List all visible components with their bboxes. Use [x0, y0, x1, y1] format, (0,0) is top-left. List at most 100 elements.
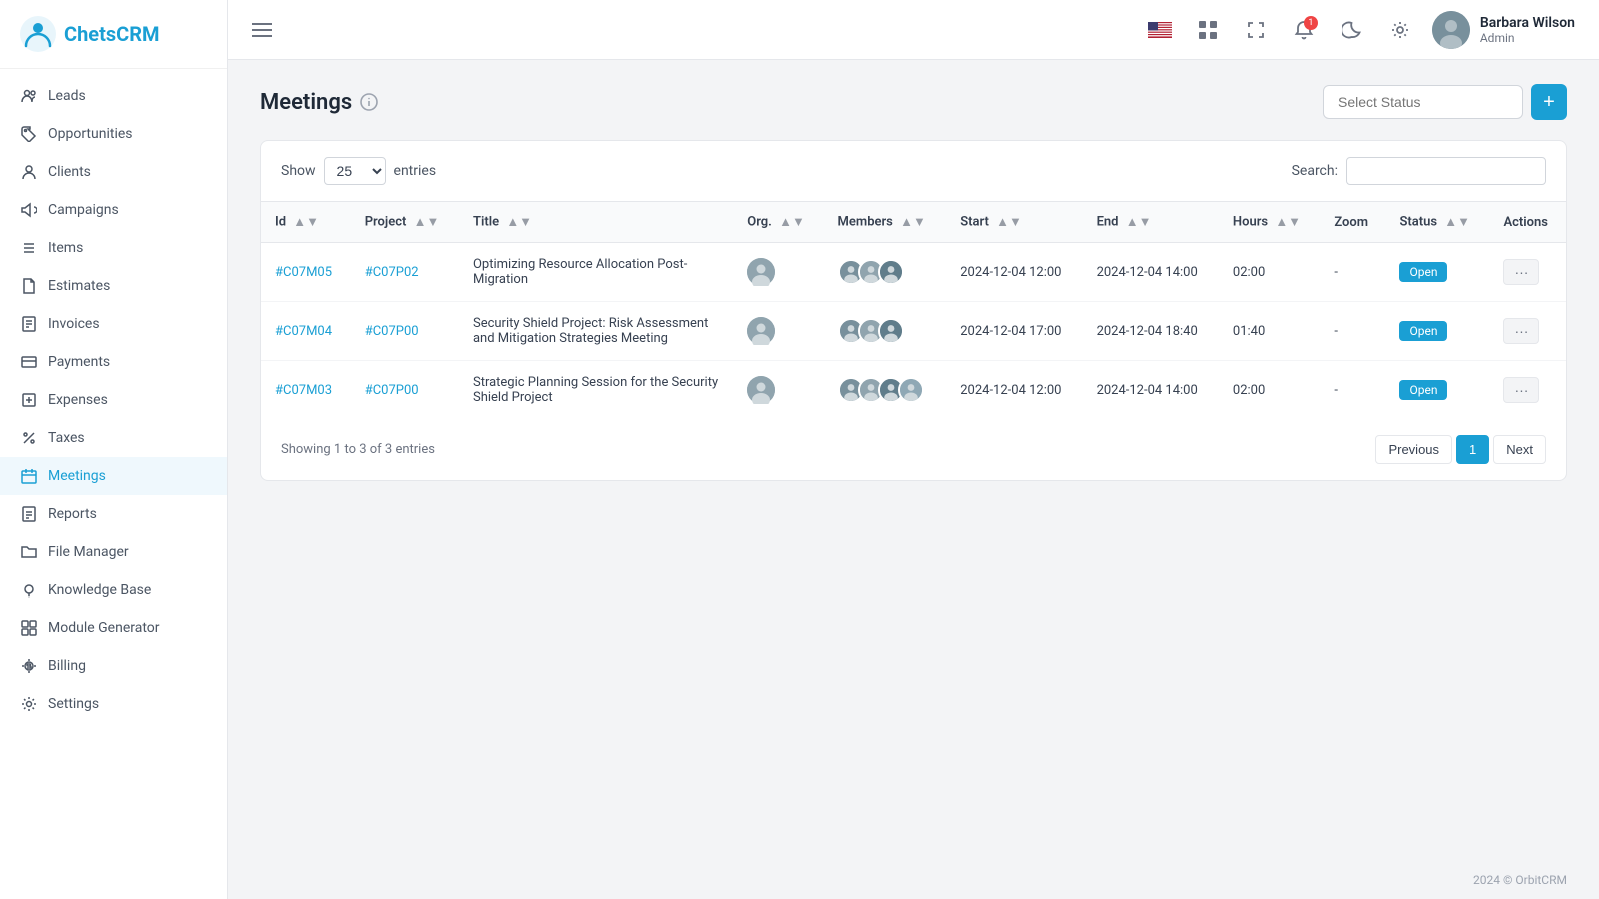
member-avatar [878, 318, 904, 344]
language-selector[interactable] [1144, 14, 1176, 46]
cell-zoom: - [1320, 243, 1385, 302]
org-avatar [747, 376, 775, 404]
members-avatars [838, 377, 933, 403]
sidebar-item-expenses[interactable]: Expenses [0, 381, 227, 419]
table-row: #C07M03 #C07P00 Strategic Planning Sessi… [261, 361, 1566, 420]
col-members[interactable]: Members ▲▼ [824, 202, 947, 243]
meetings-table-card: Show 10 25 50 100 entries Search: [260, 140, 1567, 481]
settings-header-icon[interactable] [1384, 14, 1416, 46]
logo[interactable]: ChetsCRM [0, 0, 227, 69]
sidebar-item-settings[interactable]: Settings [0, 685, 227, 723]
expense-icon [20, 391, 38, 409]
hamburger-button[interactable] [252, 23, 272, 37]
add-meeting-button[interactable]: + [1531, 84, 1567, 120]
kb-icon [20, 581, 38, 599]
col-actions: Actions [1489, 202, 1566, 243]
entries-select[interactable]: 10 25 50 100 [324, 157, 386, 185]
members-avatars [838, 259, 933, 285]
meeting-id-link[interactable]: #C07M05 [275, 265, 332, 280]
main-area: 1 [228, 0, 1599, 899]
status-filter[interactable] [1323, 85, 1523, 119]
col-end[interactable]: End ▲▼ [1083, 202, 1219, 243]
cell-members [824, 361, 947, 420]
status-badge: Open [1399, 262, 1447, 282]
meetings-icon [20, 467, 38, 485]
project-link[interactable]: #C07P02 [365, 265, 419, 280]
table-row: #C07M04 #C07P00 Security Shield Project:… [261, 302, 1566, 361]
meeting-id-link[interactable]: #C07M04 [275, 324, 332, 339]
module-icon [20, 619, 38, 637]
tax-icon [20, 429, 38, 447]
status-badge: Open [1399, 380, 1447, 400]
page-title: Meetings [260, 90, 352, 115]
page-header: Meetings + [260, 84, 1567, 120]
col-org[interactable]: Org. ▲▼ [733, 202, 823, 243]
table-header-row: Id ▲▼ Project ▲▼ Title ▲▼ Org. ▲▼ Member… [261, 202, 1566, 243]
col-id[interactable]: Id ▲▼ [261, 202, 351, 243]
meetings-table: Id ▲▼ Project ▲▼ Title ▲▼ Org. ▲▼ Member… [261, 201, 1566, 419]
content-area: Meetings + Show 10 [228, 60, 1599, 861]
sidebar-item-billing[interactable]: Billing [0, 647, 227, 685]
sidebar-item-invoices[interactable]: Invoices [0, 305, 227, 343]
table-wrapper: Id ▲▼ Project ▲▼ Title ▲▼ Org. ▲▼ Member… [261, 201, 1566, 419]
sidebar-item-opportunities[interactable]: Opportunities [0, 115, 227, 153]
fullscreen-icon[interactable] [1240, 14, 1272, 46]
sidebar-item-clients[interactable]: Clients [0, 153, 227, 191]
notifications-icon[interactable]: 1 [1288, 14, 1320, 46]
col-status[interactable]: Status ▲▼ [1385, 202, 1489, 243]
user-profile[interactable]: Barbara Wilson Admin [1432, 11, 1575, 49]
payment-icon [20, 353, 38, 371]
cell-hours: 02:00 [1219, 361, 1320, 420]
show-label: Show [281, 163, 316, 179]
settings-icon [20, 695, 38, 713]
row-actions-button[interactable]: ··· [1503, 318, 1539, 344]
col-hours[interactable]: Hours ▲▼ [1219, 202, 1320, 243]
next-button[interactable]: Next [1493, 435, 1546, 464]
org-avatar [747, 317, 775, 345]
apps-icon[interactable] [1192, 14, 1224, 46]
sidebar-label-clients: Clients [48, 164, 91, 180]
sidebar-item-meetings[interactable]: Meetings [0, 457, 227, 495]
dark-mode-icon[interactable] [1336, 14, 1368, 46]
search-input[interactable] [1346, 157, 1546, 185]
sidebar-item-module-generator[interactable]: Module Generator [0, 609, 227, 647]
page-1-button[interactable]: 1 [1456, 435, 1489, 464]
cell-zoom: - [1320, 361, 1385, 420]
avatar [1432, 11, 1470, 49]
col-zoom: Zoom [1320, 202, 1385, 243]
list-icon [20, 239, 38, 257]
meeting-id-link[interactable]: #C07M03 [275, 383, 332, 398]
sidebar-label-opportunities: Opportunities [48, 126, 133, 142]
sidebar-item-leads[interactable]: Leads [0, 77, 227, 115]
sidebar-item-campaigns[interactable]: Campaigns [0, 191, 227, 229]
sidebar-label-reports: Reports [48, 506, 97, 522]
sidebar-item-knowledge-base[interactable]: Knowledge Base [0, 571, 227, 609]
sidebar-item-reports[interactable]: Reports [0, 495, 227, 533]
sidebar-item-payments[interactable]: Payments [0, 343, 227, 381]
cell-title: Security Shield Project: Risk Assessment… [459, 302, 733, 361]
sidebar-item-taxes[interactable]: Taxes [0, 419, 227, 457]
info-icon[interactable] [360, 93, 378, 111]
sidebar-label-settings: Settings [48, 696, 99, 712]
cell-actions: ··· [1489, 302, 1566, 361]
sidebar-item-items[interactable]: Items [0, 229, 227, 267]
sidebar-nav: Leads Opportunities Clients Campaigns It… [0, 69, 227, 899]
col-project[interactable]: Project ▲▼ [351, 202, 459, 243]
page-title-wrap: Meetings [260, 90, 378, 115]
project-link[interactable]: #C07P00 [365, 383, 419, 398]
previous-button[interactable]: Previous [1375, 435, 1452, 464]
cell-actions: ··· [1489, 243, 1566, 302]
header-left [252, 23, 272, 37]
sidebar-item-file-manager[interactable]: File Manager [0, 533, 227, 571]
col-start[interactable]: Start ▲▼ [946, 202, 1082, 243]
cell-zoom: - [1320, 302, 1385, 361]
showing-text: Showing 1 to 3 of 3 entries [281, 442, 435, 457]
page-actions: + [1323, 84, 1567, 120]
sidebar-item-estimates[interactable]: Estimates [0, 267, 227, 305]
cell-members [824, 302, 947, 361]
cell-end: 2024-12-04 18:40 [1083, 302, 1219, 361]
col-title[interactable]: Title ▲▼ [459, 202, 733, 243]
row-actions-button[interactable]: ··· [1503, 259, 1539, 285]
row-actions-button[interactable]: ··· [1503, 377, 1539, 403]
project-link[interactable]: #C07P00 [365, 324, 419, 339]
